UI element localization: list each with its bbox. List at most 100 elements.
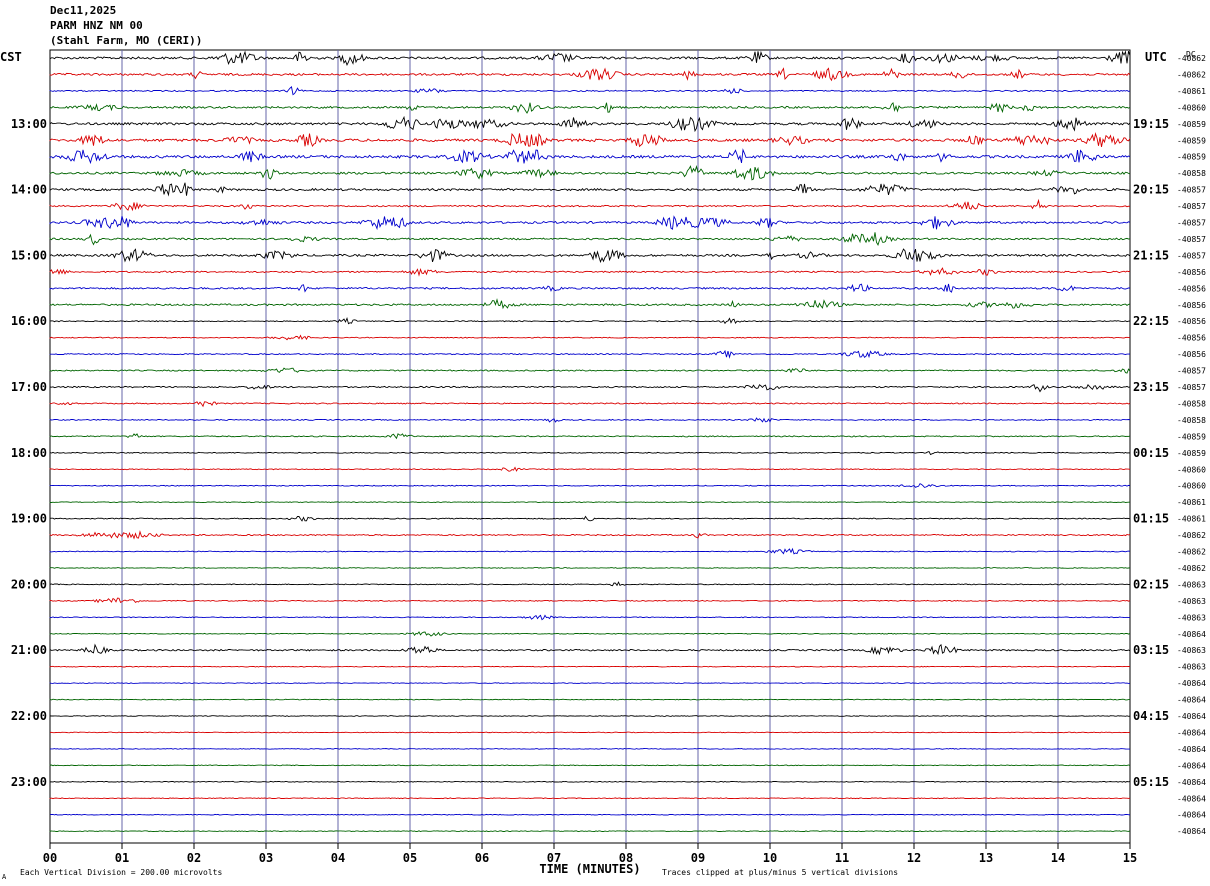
trace-row — [49, 334, 1131, 341]
x-tick-label: 00 — [43, 851, 57, 865]
dc-value-label: -40857 — [1177, 186, 1206, 195]
cst-hour-label: 23:00 — [11, 775, 47, 789]
trace-row — [49, 830, 1131, 832]
trace-row — [49, 101, 1131, 114]
dc-value-label: -40858 — [1177, 416, 1206, 425]
dc-value-label: -40856 — [1177, 284, 1206, 293]
dc-value-label: -40860 — [1177, 103, 1206, 112]
x-tick-label: 06 — [475, 851, 489, 865]
trace-row — [49, 50, 1131, 67]
trace-row — [49, 515, 1131, 522]
trace-row — [49, 715, 1131, 717]
dc-value-label: -40859 — [1177, 120, 1206, 129]
x-tick-label: 10 — [763, 851, 777, 865]
dc-value-label: -40863 — [1177, 613, 1206, 622]
trace-row — [49, 780, 1131, 783]
trace-row — [49, 581, 1131, 587]
dc-value-label: -40856 — [1177, 301, 1206, 310]
dc-value-label: -40862 — [1177, 531, 1206, 540]
dc-value-label: -40857 — [1177, 251, 1206, 260]
dc-value-label: -40864 — [1177, 761, 1206, 770]
trace-row — [49, 665, 1131, 668]
trace-row — [49, 698, 1130, 701]
x-tick-label: 11 — [835, 851, 849, 865]
dc-value-label: -40860 — [1177, 482, 1206, 491]
corner-mark: A — [2, 873, 7, 881]
trace-row — [49, 131, 1131, 148]
utc-hour-label: 04:15 — [1133, 709, 1169, 723]
trace-row — [49, 267, 1131, 277]
dc-value-label: -40864 — [1177, 696, 1206, 705]
dc-header-label: DC — [1186, 50, 1196, 59]
x-tick-label: 09 — [691, 851, 705, 865]
trace-row — [49, 317, 1131, 325]
trace-row — [49, 813, 1131, 816]
trace-row — [49, 466, 1131, 472]
dc-value-label: -40856 — [1177, 268, 1206, 277]
cst-hour-label: 13:00 — [11, 117, 47, 131]
trace-row — [49, 401, 1131, 408]
trace-row — [49, 764, 1131, 767]
dc-value-label: -40862 — [1177, 564, 1206, 573]
utc-hour-label: 00:15 — [1133, 446, 1169, 460]
trace-row — [49, 232, 1131, 246]
utc-hour-label: 21:15 — [1133, 248, 1169, 262]
plot-frame — [49, 49, 1131, 844]
trace-row — [49, 547, 1131, 555]
dc-value-label: -40857 — [1177, 235, 1206, 244]
dc-value-label: -40864 — [1177, 712, 1206, 721]
x-tick-label: 01 — [115, 851, 129, 865]
clip-note: Traces clipped at plus/minus 5 vertical … — [662, 868, 898, 877]
trace-row — [49, 367, 1131, 374]
x-tick-label: 04 — [331, 851, 345, 865]
cst-zone-label: CST — [0, 50, 22, 64]
cst-hour-label: 17:00 — [11, 380, 47, 394]
utc-hour-label: 05:15 — [1133, 775, 1169, 789]
trace-row — [49, 643, 1131, 656]
trace-row — [49, 164, 1131, 181]
cst-hour-label: 15:00 — [11, 248, 47, 262]
dc-value-label: -40860 — [1177, 465, 1206, 474]
cst-hour-label: 18:00 — [11, 446, 47, 460]
trace-row — [49, 682, 1131, 684]
trace-row — [49, 501, 1131, 503]
trace-row — [49, 597, 1131, 604]
x-tick-label: 13 — [979, 851, 993, 865]
trace-row — [49, 182, 1131, 197]
dc-value-label: -40861 — [1177, 87, 1206, 96]
x-axis-title: TIME (MINUTES) — [539, 862, 640, 876]
dc-value-label: -40863 — [1177, 580, 1206, 589]
x-tick-label: 12 — [907, 851, 921, 865]
dc-value-label: -40859 — [1177, 449, 1206, 458]
trace-row — [49, 349, 1131, 359]
x-tick-label: 14 — [1051, 851, 1065, 865]
trace-row — [49, 451, 1131, 456]
dc-value-label: -40858 — [1177, 399, 1206, 408]
utc-hour-label: 03:15 — [1133, 643, 1169, 657]
helicorder-plot: -40862 -40862 -40861 -40860 -40859 -40859 -408… — [0, 49, 1206, 881]
cst-hour-label: 22:00 — [11, 709, 47, 723]
dc-value-label: -40864 — [1177, 778, 1206, 787]
dc-value-label: -40859 — [1177, 432, 1206, 441]
dc-value-label: -40864 — [1177, 811, 1206, 820]
dc-value-label: -40862 — [1177, 548, 1206, 557]
dc-value-label: -40861 — [1177, 515, 1206, 524]
dc-value-label: -40856 — [1177, 317, 1206, 326]
trace-row — [49, 148, 1131, 165]
trace-row — [49, 115, 1131, 133]
x-tick-label: 03 — [259, 851, 273, 865]
x-tick-label: 05 — [403, 851, 417, 865]
utc-hour-label: 20:15 — [1133, 183, 1169, 197]
dc-value-label: -40862 — [1177, 70, 1206, 79]
x-tick-label: 15 — [1123, 851, 1137, 865]
trace-row — [49, 731, 1131, 734]
cst-hour-label: 20:00 — [11, 577, 47, 591]
cst-hour-label: 16:00 — [11, 314, 47, 328]
scale-note: Each Vertical Division = 200.00 microvol… — [20, 868, 222, 877]
trace-row — [49, 198, 1131, 212]
dc-value-label: -40858 — [1177, 169, 1206, 178]
trace-row — [49, 417, 1131, 423]
cst-hour-label: 14:00 — [11, 183, 47, 197]
dc-value-label: -40859 — [1177, 153, 1206, 162]
trace-row — [49, 283, 1130, 293]
